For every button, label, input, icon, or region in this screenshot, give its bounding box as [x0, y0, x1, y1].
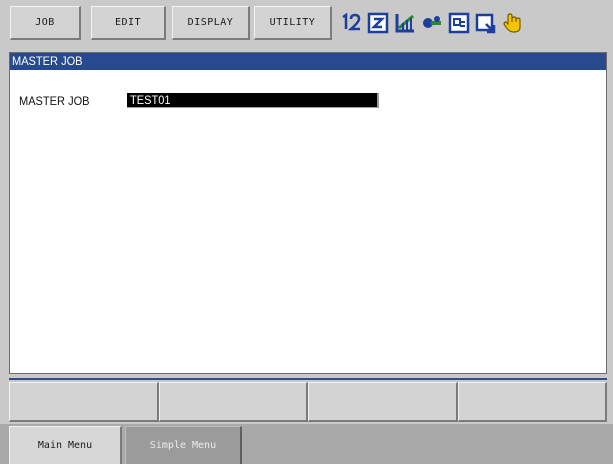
menu-utility-button[interactable]: UTILITY: [254, 6, 332, 40]
step-icon: [474, 11, 498, 35]
softkey-4[interactable]: [457, 382, 607, 422]
coordinate-icon: [393, 11, 417, 35]
master-job-field[interactable]: TEST01: [127, 93, 379, 108]
softkey-3[interactable]: [308, 382, 458, 422]
master-job-row: MASTER JOB TEST01: [19, 92, 379, 109]
simple-menu-button[interactable]: Simple Menu: [125, 426, 242, 464]
hand-icon: [501, 11, 525, 35]
window-title: MASTER JOB: [10, 53, 606, 70]
bottom-bar: Main Menu Simple Menu: [0, 424, 613, 464]
menu-job-button[interactable]: JOB: [10, 6, 81, 40]
menu-bar: JOB EDIT DISPLAY UTILITY: [0, 0, 613, 48]
master-job-value: TEST01: [130, 93, 171, 107]
master-job-label: MASTER JOB: [19, 93, 90, 108]
menu-display-button[interactable]: DISPLAY: [172, 6, 250, 40]
softkey-2[interactable]: [158, 382, 308, 422]
softkey-bar: [9, 378, 607, 424]
number-1-2-icon: [339, 11, 363, 35]
master-job-window: MASTER JOB MASTER JOB TEST01: [9, 52, 607, 374]
softkey-1[interactable]: [9, 382, 159, 422]
edit-mode-icon: [366, 11, 390, 35]
tool-icon: [420, 11, 444, 35]
program-icon: [447, 11, 471, 35]
main-menu-button[interactable]: Main Menu: [9, 426, 122, 464]
status-icon-bar: [339, 6, 601, 40]
menu-edit-button[interactable]: EDIT: [91, 6, 166, 40]
